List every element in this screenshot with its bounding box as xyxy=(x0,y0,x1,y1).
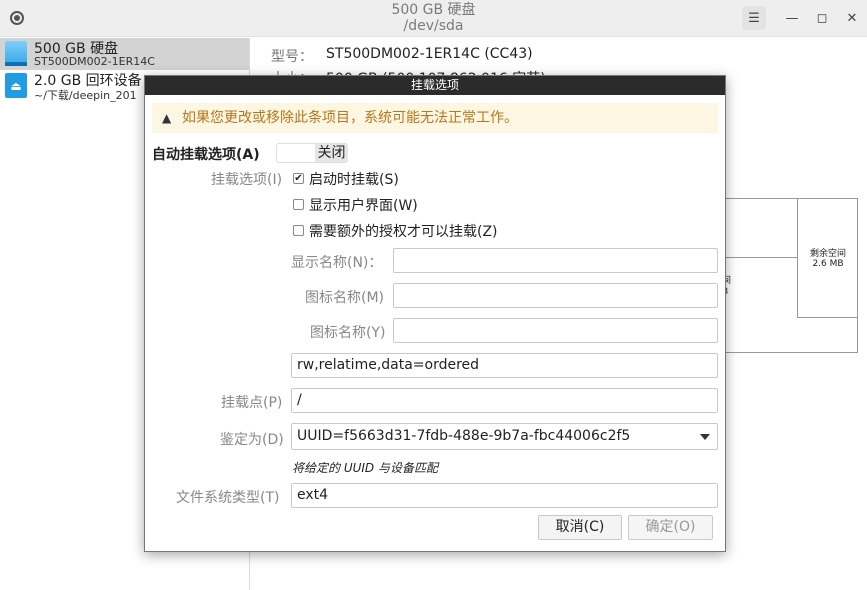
icon-name-input[interactable] xyxy=(393,283,718,308)
model-value: ST500DM002-1ER14C (CC43) xyxy=(326,46,533,62)
free-space-size: 2.6 MB xyxy=(812,259,844,269)
maximize-button[interactable]: ◻ xyxy=(810,6,834,30)
hard-disk-icon xyxy=(5,41,27,66)
auto-mount-state: 关闭 xyxy=(315,144,348,162)
chevron-down-icon xyxy=(700,434,710,440)
display-name-input[interactable] xyxy=(393,248,718,273)
window-title-line2: /dev/sda xyxy=(403,18,464,34)
dialog-title: 挂载选项 xyxy=(145,76,725,95)
sidebar-item-sub: ST500DM002-1ER14C xyxy=(34,55,155,68)
ok-button[interactable]: 确定(O) xyxy=(628,515,713,540)
free-space-block[interactable]: 剩余空间 2.6 MB xyxy=(798,198,858,318)
checkbox-label: 需要额外的授权才可以挂载(Z) xyxy=(309,224,498,240)
sidebar-item-sub: ~/下载/deepin_201 xyxy=(34,89,137,102)
model-label: 型号： xyxy=(271,49,313,65)
fs-type-label: 文件系统类型(T) xyxy=(176,490,280,506)
fs-type-input[interactable]: ext4 xyxy=(291,483,718,508)
checkbox-label: 启动时挂载(S) xyxy=(309,172,399,188)
warning-text: 如果您更改或移除此条项目，系统可能无法正常工作。 xyxy=(182,110,518,126)
mount-options-label: 挂载选项(I) xyxy=(211,172,283,188)
mount-options-dialog: 挂载选项 ▲ 如果您更改或移除此条项目，系统可能无法正常工作。 自动挂载选项(A… xyxy=(144,75,726,552)
checkbox-unchecked-icon[interactable] xyxy=(293,199,304,210)
identify-as-value: UUID=f5663d31-7fdb-488e-9b7a-fbc44006c2f… xyxy=(297,428,631,444)
cancel-button[interactable]: 取消(C) xyxy=(538,515,622,540)
checkbox-checked-icon[interactable]: ✔ xyxy=(293,173,304,184)
window-title-line1: 500 GB 硬盘 xyxy=(391,2,476,18)
symbolic-icon-name-input[interactable] xyxy=(393,318,718,343)
app-icon xyxy=(10,11,24,25)
auto-mount-toggle[interactable]: 关闭 xyxy=(276,143,348,163)
identify-hint: 将给定的 UUID 与设备匹配 xyxy=(292,461,438,475)
display-name-label: 显示名称(N)： xyxy=(291,255,383,271)
identify-as-select[interactable]: UUID=f5663d31-7fdb-488e-9b7a-fbc44006c2f… xyxy=(291,423,718,450)
symbolic-icon-name-label: 图标名称(Y) xyxy=(310,325,386,341)
close-button[interactable]: ✕ xyxy=(840,6,864,30)
window-titlebar: 500 GB 硬盘 /dev/sda ☰ — ◻ ✕ xyxy=(0,0,867,37)
sidebar-item-hard-disk[interactable]: 500 GB 硬盘 ST500DM002-1ER14C xyxy=(0,38,249,70)
eject-icon: ⏏ xyxy=(5,73,27,98)
mount-point-input[interactable]: / xyxy=(291,388,718,413)
menu-button[interactable]: ☰ xyxy=(742,6,766,30)
warning-icon: ▲ xyxy=(162,111,172,125)
mount-point-label: 挂载点(P) xyxy=(221,395,283,411)
hamburger-menu-icon: ☰ xyxy=(748,10,760,26)
free-space-label: 剩余空间 xyxy=(809,249,846,259)
close-icon: ✕ xyxy=(846,10,858,26)
minimize-icon: — xyxy=(785,10,799,26)
warning-bar: ▲ 如果您更改或移除此条项目，系统可能无法正常工作。 xyxy=(152,103,718,133)
identify-as-label: 鉴定为(D) xyxy=(220,432,284,448)
mount-options-input[interactable]: rw,relatime,data=ordered xyxy=(291,353,718,378)
icon-name-label: 图标名称(M) xyxy=(305,290,385,306)
window-title: 500 GB 硬盘 /dev/sda xyxy=(300,2,567,34)
minimize-button[interactable]: — xyxy=(780,6,804,30)
auto-mount-label: 自动挂载选项(A) xyxy=(152,147,260,163)
checkbox-unchecked-icon[interactable] xyxy=(293,225,304,236)
maximize-icon: ◻ xyxy=(816,10,828,26)
checkbox-label: 显示用户界面(W) xyxy=(309,198,418,214)
